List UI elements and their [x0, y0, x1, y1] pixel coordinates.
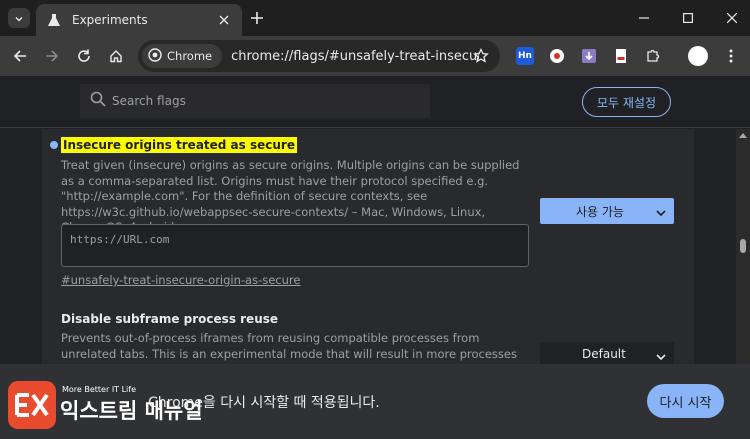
chrome-icon: [148, 47, 162, 66]
download-extension-icon[interactable]: [580, 47, 598, 65]
flag-title: Disable subframe process reuse: [61, 312, 279, 326]
flag-modified-dot: [50, 141, 58, 149]
record-extension-icon[interactable]: [548, 47, 566, 65]
flag-permalink[interactable]: #unsafely-treat-insecure-origin-as-secur…: [61, 273, 300, 287]
chevron-down-icon: [656, 206, 666, 220]
search-icon: [90, 91, 106, 111]
origins-textarea[interactable]: https://URL.com: [61, 224, 529, 267]
hn-extension-icon[interactable]: Hn: [516, 47, 534, 65]
puzzle-extensions-icon[interactable]: [644, 47, 662, 65]
watermark-name: 익스트림 매뉴얼: [60, 399, 203, 423]
reload-button[interactable]: [74, 46, 94, 66]
forward-button[interactable]: [42, 46, 62, 66]
tab-experiments[interactable]: Experiments: [36, 4, 242, 36]
minimize-button[interactable]: [634, 8, 654, 28]
close-icon[interactable]: [216, 12, 232, 28]
tab-title: Experiments: [72, 13, 148, 27]
document-extension-icon[interactable]: [612, 47, 630, 65]
tab-strip: Experiments: [0, 0, 750, 36]
restart-button[interactable]: 다시 시작: [647, 384, 724, 418]
home-button[interactable]: [106, 46, 126, 66]
chip-label: Chrome: [167, 49, 213, 63]
site-info-chip[interactable]: Chrome: [142, 44, 223, 68]
url-text[interactable]: chrome://flags/#unsafely-treat-insecure-…: [231, 49, 479, 64]
browser-toolbar: Chrome chrome://flags/#unsafely-treat-in…: [0, 36, 750, 76]
flag-title: Insecure origins treated as secure: [61, 137, 297, 153]
new-tab-button[interactable]: [248, 9, 266, 27]
bookmark-star-icon[interactable]: [472, 47, 490, 65]
scroll-up-arrow[interactable]: [739, 133, 747, 138]
tab-search-button[interactable]: [8, 8, 30, 28]
back-button[interactable]: [10, 46, 30, 66]
flags-header: Search flags 모두 재설정: [0, 76, 750, 128]
flask-icon: [46, 12, 62, 28]
search-flags-input[interactable]: Search flags: [80, 84, 430, 118]
select-value: 사용 가능: [576, 204, 624, 219]
hn-extension-label: Hn: [518, 51, 532, 61]
flag-select-default[interactable]: Default: [540, 342, 674, 366]
flag-select-enabled[interactable]: 사용 가능: [540, 198, 674, 224]
scroll-thumb[interactable]: [740, 239, 746, 253]
close-window-button[interactable]: [722, 8, 742, 28]
more-menu-icon[interactable]: [722, 47, 740, 65]
logo-badge-icon: [8, 381, 56, 429]
search-placeholder: Search flags: [112, 94, 186, 108]
chevron-down-icon: [14, 9, 24, 28]
reset-all-button[interactable]: 모두 재설정: [582, 87, 671, 117]
address-bar[interactable]: Chrome chrome://flags/#unsafely-treat-in…: [138, 40, 500, 72]
chevron-down-icon: [656, 350, 666, 364]
watermark-tagline: More Better IT Life: [62, 385, 137, 394]
watermark-logo: More Better IT Life 익스트림 매뉴얼: [8, 377, 208, 433]
profile-avatar[interactable]: [688, 46, 708, 66]
select-value: Default: [582, 347, 626, 361]
maximize-button[interactable]: [678, 8, 698, 28]
